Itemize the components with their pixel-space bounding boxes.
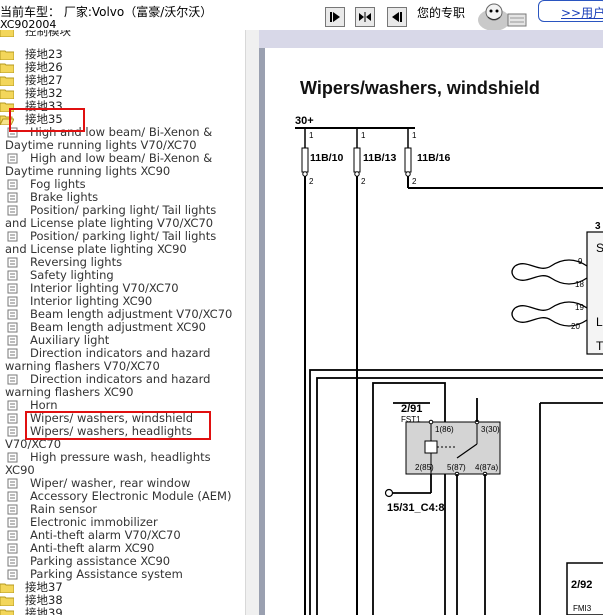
folder-icon xyxy=(0,30,14,37)
relay-pin-label: 2(85) xyxy=(415,463,434,472)
relay-pin-label: 4(87a) xyxy=(475,463,498,472)
supply-label: 30+ xyxy=(295,115,314,127)
tree-leaf[interactable]: Direction indicators and hazard warning … xyxy=(0,373,245,399)
module-mark: S xyxy=(596,241,603,255)
message-label: 您的专职 xyxy=(417,6,466,20)
tree-leaf-label: High and low beam/ Bi-Xenon & Daytime ru… xyxy=(5,151,213,178)
wire-pin-label: 9 xyxy=(578,257,583,266)
model-code-label: XC902004 xyxy=(0,19,57,30)
folder-icon xyxy=(0,596,14,606)
next-page-button[interactable] xyxy=(325,7,345,27)
tree-leaf-label: Position/ parking light/ Tail lights and… xyxy=(5,203,217,230)
wire-pin-label: 18 xyxy=(575,280,584,289)
module-mark: L xyxy=(596,315,603,329)
ground-terminal xyxy=(384,488,394,498)
module-mark: T xyxy=(596,339,603,353)
fuse-label: 11B/13 xyxy=(363,152,396,164)
document-icon xyxy=(7,257,18,268)
document-icon xyxy=(7,426,18,437)
tree-folder-label: 控制模块 xyxy=(25,30,71,38)
folder-icon xyxy=(0,50,14,60)
folder-icon xyxy=(0,89,14,99)
twisted-wires xyxy=(511,259,588,327)
document-icon xyxy=(7,478,18,489)
relay-label: 2/91 xyxy=(401,403,422,415)
relay-coil xyxy=(424,440,438,454)
play-right-icon xyxy=(330,12,340,22)
document-icon xyxy=(7,569,18,580)
car-model-label: 当前车型： 厂家:Volvo（富豪/沃尔沃） xyxy=(0,5,213,19)
tree-leaf-label: High pressure wash, headlights XC90 xyxy=(5,450,211,477)
tree-leaf[interactable]: Direction indicators and hazard warning … xyxy=(0,347,245,373)
user-link[interactable]: >>用户 xyxy=(538,0,603,22)
relay-pin-label: 5(87) xyxy=(447,463,466,472)
expand-horizontal-icon xyxy=(359,12,371,22)
document-icon xyxy=(7,491,18,502)
ground-label: 15/31_C4:8 xyxy=(387,502,445,514)
viewer-header-strip xyxy=(259,30,603,48)
wiring-diagram: Wipers/washers, windshield 30+ 1 1 1 2 2… xyxy=(265,48,603,615)
document-icon xyxy=(7,283,18,294)
fuse-pin-label: 2 xyxy=(361,177,366,186)
tree-leaf-label: Direction indicators and hazard warning … xyxy=(5,346,211,373)
folder-icon xyxy=(0,609,14,615)
document-icon xyxy=(7,270,18,281)
tree-leaf[interactable]: Position/ parking light/ Tail lights and… xyxy=(0,204,245,230)
tree-leaf-label: Direction indicators and hazard warning … xyxy=(5,372,211,399)
fuse-label: 11B/16 xyxy=(417,152,450,164)
tree-scrollbar[interactable] xyxy=(245,30,259,615)
fuse-pin-label: 2 xyxy=(412,177,417,186)
relay-pin-label: 3(30) xyxy=(481,425,500,434)
document-icon xyxy=(7,309,18,320)
fuse-pin-label: 1 xyxy=(361,131,366,140)
module-mark: 3 xyxy=(595,221,601,232)
folder-icon xyxy=(0,583,14,593)
tree-leaf[interactable]: High pressure wash, headlights XC90 xyxy=(0,451,245,477)
fuse-group xyxy=(301,128,603,615)
highlight-box xyxy=(25,411,211,440)
highlight-box xyxy=(9,108,85,132)
document-icon xyxy=(7,335,18,346)
document-icon xyxy=(7,400,18,411)
tree-leaf[interactable]: High and low beam/ Bi-Xenon & Daytime ru… xyxy=(0,152,245,178)
tree-leaf-label: Position/ parking light/ Tail lights and… xyxy=(5,229,217,256)
fuse-pin-label: 2 xyxy=(309,177,314,186)
fuse-label: 11B/10 xyxy=(310,152,343,164)
tree-leaf[interactable]: Position/ parking light/ Tail lights and… xyxy=(0,230,245,256)
folder-icon xyxy=(0,63,14,73)
mascot-icon xyxy=(478,3,527,31)
document-icon xyxy=(7,322,18,333)
play-left-icon xyxy=(392,12,402,22)
previous-page-button[interactable] xyxy=(387,7,407,27)
document-icon xyxy=(7,179,18,190)
folder-icon xyxy=(0,76,14,86)
fuse-pin-label: 1 xyxy=(309,131,314,140)
lower-module-sublabel: FMI3 xyxy=(573,604,592,613)
fuse-pin-label: 1 xyxy=(412,131,417,140)
document-icon xyxy=(7,413,18,424)
relay-pin-label: 1(86) xyxy=(435,425,454,434)
document-icon xyxy=(7,543,18,554)
user-link-label: >>用户 xyxy=(561,6,603,20)
lower-module-label: 2/92 xyxy=(571,579,592,591)
document-icon xyxy=(7,517,18,528)
wiring-schematic: 30+ 1 1 1 2 2 2 11B/10 11B/13 11B/16 3 S… xyxy=(295,115,603,615)
document-icon xyxy=(7,504,18,515)
tree-folder-label: 接地39 xyxy=(25,606,63,615)
document-icon xyxy=(7,296,18,307)
document-icon xyxy=(7,530,18,541)
document-icon xyxy=(7,192,18,203)
fit-page-button[interactable] xyxy=(355,7,375,27)
wire-pin-label: 19 xyxy=(575,303,584,312)
toolbar: 当前车型： 厂家:Volvo（富豪/沃尔沃） XC902004 您的专职 >>用… xyxy=(0,0,603,31)
document-icon xyxy=(7,556,18,567)
wire-pin-label: 20 xyxy=(571,322,580,331)
